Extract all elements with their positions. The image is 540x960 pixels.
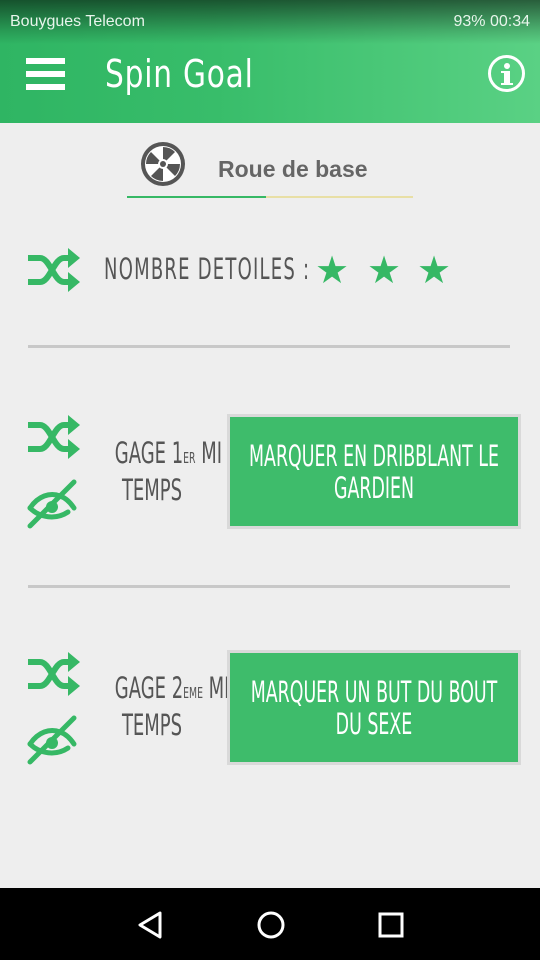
divider (28, 585, 510, 588)
recents-icon[interactable] (374, 908, 408, 942)
eye-hidden-icon[interactable] (24, 478, 79, 530)
tab-indicator-inactive (266, 196, 413, 198)
wheel-icon (141, 142, 185, 186)
gage2-button-text: MARQUER UN BUT DU BOUT DU SEXE (250, 674, 498, 741)
gage1-label-line1-end: MI (195, 436, 223, 470)
stars-label: NOMBRE DETOILES : (104, 252, 311, 286)
shuffle-icon[interactable] (26, 650, 81, 698)
gage2-label-line2: TEMPS (121, 708, 183, 742)
star-icon: ★ (315, 250, 350, 292)
star-icon: ★ (367, 250, 402, 292)
gage2-label-line1: GAGE 2 (114, 671, 184, 705)
tab-indicator-active (127, 196, 266, 198)
gage1-label: GAGE 1ER MI TEMPS (114, 436, 222, 507)
back-icon[interactable] (134, 908, 168, 942)
gage2-label-line1-end: MI (202, 671, 230, 705)
app-header: Bouygues Telecom 93% 00:34 Spin Goal (0, 0, 540, 123)
system-nav-bar (0, 888, 540, 960)
wheel-selector-tab[interactable]: Roue de base (127, 138, 413, 198)
eye-hidden-icon[interactable] (24, 714, 79, 766)
gage1-label-line1: GAGE 1 (114, 436, 184, 470)
gage1-button[interactable]: MARQUER EN DRIBBLANT LE GARDIEN (227, 414, 521, 529)
shuffle-icon[interactable] (26, 246, 81, 294)
gage1-label-sup: ER (183, 449, 196, 467)
battery-level: 93% (453, 13, 486, 30)
gage2-button[interactable]: MARQUER UN BUT DU BOUT DU SEXE (227, 650, 521, 765)
gage2-label: GAGE 2EME MI TEMPS (114, 671, 230, 742)
home-icon[interactable] (254, 908, 288, 942)
status-right: 93% 00:34 (453, 13, 530, 31)
divider (28, 345, 510, 348)
app-title: Spin Goal (105, 52, 254, 96)
info-icon[interactable] (488, 55, 525, 92)
menu-icon[interactable] (26, 58, 66, 90)
gage2-label-sup: EME (183, 684, 203, 702)
gage1-label-line2: TEMPS (121, 473, 183, 507)
shuffle-icon[interactable] (26, 413, 81, 461)
gage1-button-text: MARQUER EN DRIBBLANT LE GARDIEN (249, 438, 499, 505)
wheel-label: Roue de base (218, 156, 368, 182)
star-icon: ★ (417, 250, 452, 292)
status-bar: Bouygues Telecom 93% 00:34 (0, 0, 540, 44)
carrier-name: Bouygues Telecom (10, 13, 145, 30)
clock: 00:34 (489, 13, 530, 30)
